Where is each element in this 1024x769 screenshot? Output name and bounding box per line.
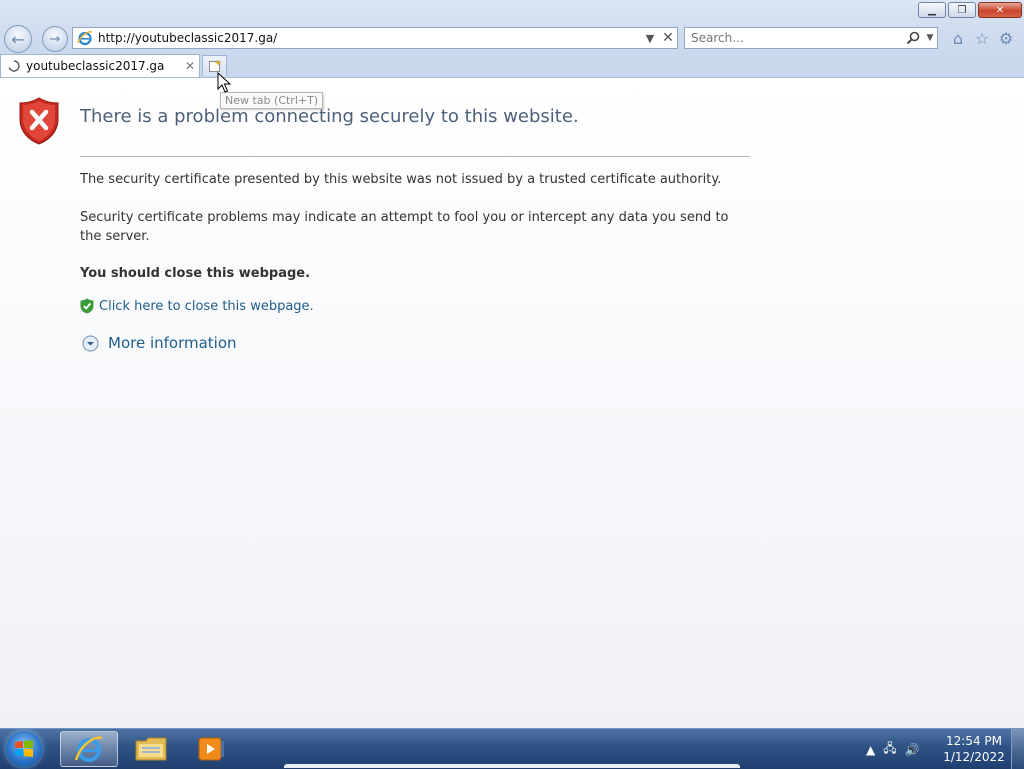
tab-current[interactable]: youtubeclassic2017.ga ✕ — [0, 54, 200, 77]
network-icon[interactable]: 🖧 — [883, 739, 896, 760]
tools-gear-icon[interactable]: ⚙ — [996, 28, 1016, 48]
browser-chrome: ▁ ❐ ✕ ← → http://youtubeclassic2017.ga/ … — [0, 0, 1024, 78]
start-button[interactable] — [6, 731, 42, 767]
restore-button[interactable]: ❐ — [948, 2, 976, 18]
address-url[interactable]: http://youtubeclassic2017.ga/ — [98, 31, 641, 45]
minimize-button[interactable]: ▁ — [918, 2, 946, 18]
recommendation-text: You should close this webpage. — [80, 266, 311, 281]
tab-close-icon[interactable]: ✕ — [181, 59, 199, 73]
internet-explorer-icon — [74, 736, 103, 762]
security-shield-error-icon — [19, 97, 59, 145]
loading-spinner-icon — [8, 60, 20, 72]
forward-button[interactable]: → — [42, 26, 68, 52]
new-tab-tooltip: New tab (Ctrl+T) — [220, 92, 324, 109]
volume-icon[interactable]: 🔊 — [905, 743, 920, 757]
windows-logo-icon — [15, 740, 33, 757]
search-input[interactable] — [685, 31, 905, 45]
back-arrow-icon: ← — [11, 29, 25, 49]
address-dropdown-icon[interactable]: ▼ — [641, 32, 659, 45]
tab-title: youtubeclassic2017.ga — [26, 59, 165, 73]
taskbar-thumbnail-edge — [284, 764, 740, 768]
system-tray: ▲ 🖧 🔊 — [866, 739, 920, 760]
search-icon[interactable] — [905, 30, 921, 46]
search-box[interactable]: ▼ — [684, 27, 938, 49]
taskbar-internet-explorer[interactable] — [60, 731, 118, 767]
taskbar-windows-explorer[interactable] — [122, 731, 180, 767]
folder-icon — [135, 737, 167, 761]
ie-page-icon — [77, 31, 93, 46]
page-title: There is a problem connecting securely t… — [80, 106, 579, 127]
more-information-row[interactable]: More information — [82, 334, 237, 352]
close-window-button[interactable]: ✕ — [978, 2, 1022, 18]
address-bar[interactable]: http://youtubeclassic2017.ga/ ▼ ✕ — [72, 27, 678, 49]
taskbar: ▲ 🖧 🔊 12:54 PM 1/12/2022 — [0, 728, 1024, 769]
new-tab-icon — [208, 59, 221, 72]
title-divider — [80, 156, 750, 157]
show-hidden-icons-icon[interactable]: ▲ — [866, 743, 875, 757]
green-shield-icon — [80, 298, 94, 314]
command-icons: ⌂ ☆ ⚙ — [948, 28, 1016, 48]
window-controls: ▁ ❐ ✕ — [918, 2, 1022, 18]
taskbar-media-player[interactable] — [182, 731, 240, 767]
close-webpage-row: Click here to close this webpage. — [80, 298, 314, 314]
minimize-icon: ▁ — [928, 4, 936, 16]
clock-time: 12:54 PM — [946, 734, 1002, 748]
expand-chevron-icon[interactable] — [82, 335, 99, 352]
restore-icon: ❐ — [957, 4, 967, 16]
more-information-link[interactable]: More information — [108, 334, 237, 352]
media-player-icon — [198, 737, 224, 761]
certificate-explanation: The security certificate presented by th… — [80, 172, 722, 187]
back-button[interactable]: ← — [4, 25, 32, 53]
close-webpage-link[interactable]: Click here to close this webpage. — [99, 299, 314, 314]
stop-icon[interactable]: ✕ — [659, 30, 677, 46]
clock[interactable]: 12:54 PM 1/12/2022 — [942, 733, 1006, 765]
home-icon[interactable]: ⌂ — [948, 28, 968, 48]
clock-date: 1/12/2022 — [943, 750, 1005, 764]
show-desktop-button[interactable] — [1011, 729, 1024, 769]
favorites-star-icon[interactable]: ☆ — [972, 28, 992, 48]
error-page: There is a problem connecting securely t… — [0, 78, 1024, 728]
risk-explanation: Security certificate problems may indica… — [80, 210, 729, 244]
close-icon: ✕ — [995, 4, 1005, 16]
forward-arrow-icon: → — [49, 31, 61, 47]
search-dropdown-icon[interactable]: ▼ — [923, 33, 937, 43]
mouse-cursor-icon — [217, 72, 231, 93]
